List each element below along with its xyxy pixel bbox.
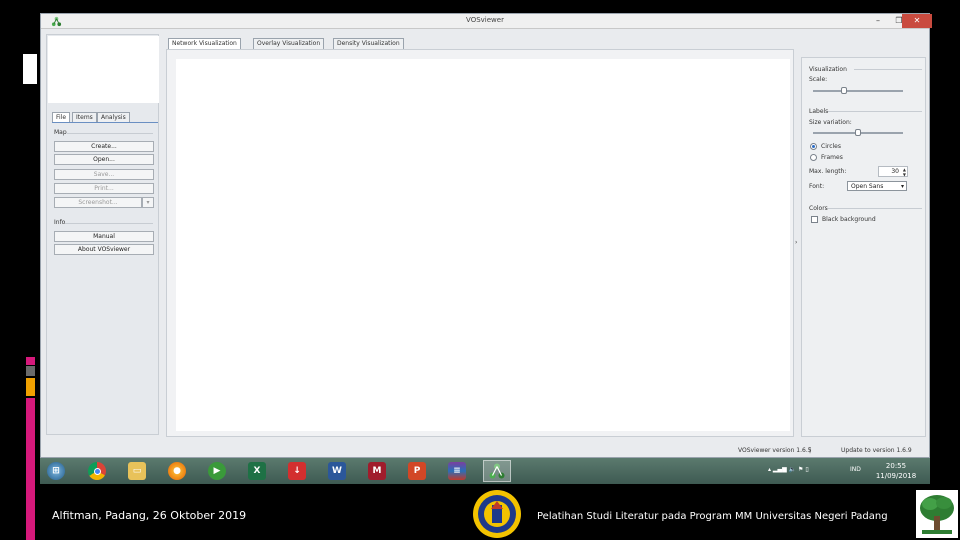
tab-underline: [52, 122, 158, 123]
about-button[interactable]: About VOSviewer: [54, 244, 154, 255]
max-length-input[interactable]: 30 ▲ ▼: [878, 166, 908, 177]
chrome-icon[interactable]: [83, 460, 111, 482]
radio-circles[interactable]: [810, 143, 817, 150]
firefox-icon[interactable]: ●: [163, 460, 191, 482]
right-options-panel: Visualization Scale: Labels Size variati…: [801, 57, 926, 437]
window-title: VOSviewer: [466, 16, 504, 24]
radio-frames-label: Frames: [821, 154, 843, 161]
black-background-label: Black background: [822, 216, 876, 223]
labels-rule: [828, 111, 922, 112]
vosviewer-taskbar-icon[interactable]: [483, 460, 511, 482]
max-length-value: 30: [891, 168, 899, 175]
title-bar: VOSviewer – ❐ ✕: [41, 14, 932, 29]
slide-decor-orange: [26, 378, 35, 396]
vosviewer-logo-icon: [489, 463, 505, 479]
tray-icons[interactable]: ▴ ▂▄▆ 🔈 ⚑ ▯: [768, 466, 809, 473]
slide-decor-pink: [26, 357, 35, 365]
excel-icon[interactable]: X: [243, 460, 271, 482]
presentation-slide: VOSviewer – ❐ ✕ File Items Analysis Map …: [0, 0, 960, 540]
open-button[interactable]: Open...: [54, 154, 154, 165]
max-length-label: Max. length:: [809, 168, 847, 175]
radio-circles-label: Circles: [821, 143, 841, 150]
create-button[interactable]: Create...: [54, 141, 154, 152]
map-section-label: Map: [54, 129, 67, 136]
size-variation-label: Size variation:: [809, 119, 852, 126]
screenshot-button[interactable]: Screenshot...: [54, 197, 142, 208]
update-link[interactable]: Update to version 1.6.9: [841, 447, 912, 454]
left-control-panel: File Items Analysis Map Create... Open..…: [46, 34, 159, 435]
colors-title: Colors: [809, 205, 828, 212]
mendeley-icon[interactable]: M: [363, 460, 391, 482]
slide-footer: Alfitman, Padang, 26 Oktober 2019 Pelati…: [40, 484, 958, 540]
clock-date: 11/09/2018: [875, 472, 917, 480]
scale-slider-thumb[interactable]: [841, 87, 847, 94]
close-button[interactable]: ✕: [902, 14, 932, 28]
labels-title: Labels: [809, 108, 829, 115]
tab-overlay-visualization[interactable]: Overlay Visualization: [253, 38, 325, 49]
taskbar-clock[interactable]: 20:55 11/09/2018: [870, 461, 922, 481]
scale-label: Scale:: [809, 76, 828, 83]
black-background-checkbox[interactable]: [811, 216, 818, 223]
minimize-button[interactable]: –: [867, 14, 889, 28]
scale-slider[interactable]: [813, 87, 903, 94]
info-section-rule: [65, 223, 153, 224]
print-button[interactable]: Print...: [54, 183, 154, 194]
screenshot-dropdown-icon[interactable]: ▾: [142, 197, 154, 208]
tray-language[interactable]: IND: [850, 466, 861, 473]
visualization-title: Visualization: [809, 66, 847, 73]
chevron-down-icon: ▾: [900, 183, 904, 190]
file-explorer-icon[interactable]: ▭: [123, 460, 151, 482]
font-select[interactable]: Open Sans ▾: [847, 181, 907, 191]
size-variation-slider[interactable]: [813, 129, 903, 136]
start-orb-icon[interactable]: ⊞: [42, 460, 70, 482]
slide-decor-grey: [26, 366, 35, 376]
downloader-icon[interactable]: ↓: [283, 460, 311, 482]
windows-taskbar: ⊞ ▭ ● ▶ X ↓ W M P ≡ ▴ ▂▄▆ 🔈 ⚑ ▯ IND 20:5…: [40, 458, 930, 484]
tab-network-visualization[interactable]: Network Visualization: [168, 38, 241, 49]
status-separator: |: [809, 447, 812, 454]
size-variation-slider-thumb[interactable]: [855, 129, 861, 136]
collapse-panel-icon[interactable]: ›: [795, 239, 797, 246]
tab-density-visualization[interactable]: Density Visualization: [333, 38, 404, 49]
colors-rule: [828, 208, 922, 209]
university-seal-logo: [473, 490, 521, 538]
powerpoint-icon[interactable]: P: [403, 460, 431, 482]
font-label: Font:: [809, 183, 825, 190]
spinner-arrows-icon[interactable]: ▲ ▼: [903, 167, 906, 177]
save-button[interactable]: Save...: [54, 169, 154, 180]
vosviewer-window: VOSviewer – ❐ ✕ File Items Analysis Map …: [40, 13, 932, 458]
tree-logo: [916, 490, 958, 538]
winrar-icon[interactable]: ≡: [443, 460, 471, 482]
radio-frames[interactable]: [810, 154, 817, 161]
map-section-rule: [67, 133, 153, 134]
version-text: VOSviewer version 1.6.5: [738, 447, 812, 454]
word-icon[interactable]: W: [323, 460, 351, 482]
visualization-rule: [854, 69, 922, 70]
footer-author-date: Alfitman, Padang, 26 Oktober 2019: [52, 509, 247, 522]
info-section-label: Info: [54, 219, 66, 226]
slide-decor-block: [21, 52, 39, 86]
font-select-value: Open Sans: [851, 183, 884, 190]
visualization-canvas[interactable]: [176, 59, 790, 431]
visualization-panel: [166, 49, 794, 437]
slide-decor-pink-long: [26, 398, 35, 540]
overview-preview: [48, 36, 159, 103]
footer-event-title: Pelatihan Studi Literatur pada Program M…: [537, 511, 888, 522]
media-player-icon[interactable]: ▶: [203, 460, 231, 482]
clock-time: 20:55: [885, 462, 907, 470]
manual-button[interactable]: Manual: [54, 231, 154, 242]
